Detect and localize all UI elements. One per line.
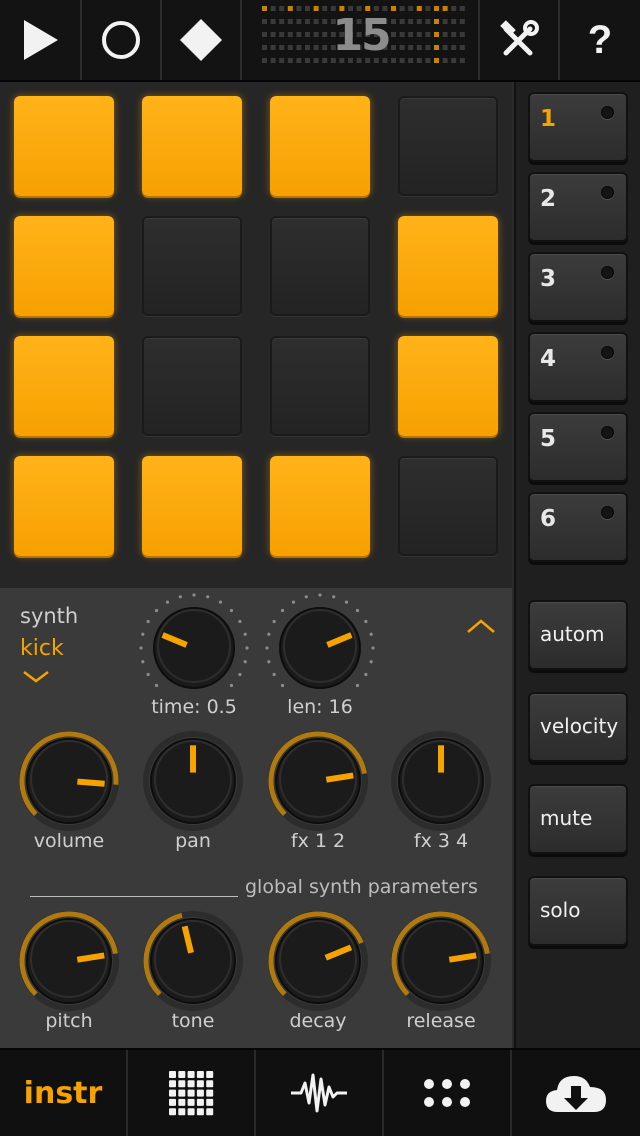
- volume-label: volume: [33, 830, 105, 852]
- diamond-icon: [180, 19, 222, 61]
- release-knob[interactable]: [381, 901, 501, 1021]
- sequence-label: 4: [540, 346, 557, 372]
- sequence-led: [601, 106, 614, 119]
- cloud-download-icon: [546, 1076, 606, 1112]
- mute-label: mute: [540, 806, 593, 830]
- pad-4-2[interactable]: [142, 456, 242, 556]
- pad-grid: [0, 82, 512, 588]
- tab-wave[interactable]: [256, 1050, 384, 1136]
- solo-button[interactable]: solo: [528, 876, 628, 946]
- instr-label: instr: [23, 1075, 103, 1111]
- top-toolbar: 15 ?: [0, 0, 640, 82]
- chevron-up-icon[interactable]: [466, 618, 496, 634]
- sequence-button-2[interactable]: 2: [528, 172, 628, 242]
- play-icon: [24, 20, 58, 60]
- pad-2-3[interactable]: [270, 216, 370, 316]
- pad-2-4[interactable]: [398, 216, 498, 316]
- autom-button[interactable]: autom: [528, 600, 628, 670]
- play-button[interactable]: [0, 0, 82, 80]
- velocity-button[interactable]: velocity: [528, 692, 628, 762]
- tone-knob[interactable]: [133, 901, 253, 1021]
- tone-label: tone: [171, 1010, 215, 1032]
- sequence-button-5[interactable]: 5: [528, 412, 628, 482]
- bottom-toolbar: instr: [0, 1048, 640, 1136]
- dots-icon: [424, 1079, 470, 1107]
- instrument-category: synth: [20, 604, 79, 628]
- time-knob[interactable]: [134, 588, 254, 708]
- record-icon: [102, 21, 140, 59]
- sequence-button-4[interactable]: 4: [528, 332, 628, 402]
- stop-button[interactable]: [162, 0, 242, 80]
- waveform-icon: [291, 1073, 347, 1113]
- sequence-label: 6: [540, 506, 557, 532]
- sequence-led: [601, 266, 614, 279]
- velocity-label: velocity: [540, 714, 619, 738]
- tab-dots[interactable]: [384, 1050, 512, 1136]
- solo-label: solo: [540, 898, 581, 922]
- len-label: len: 16: [287, 696, 353, 718]
- pad-1-3[interactable]: [270, 96, 370, 196]
- tools-button[interactable]: [480, 0, 560, 80]
- tools-icon: [500, 20, 539, 56]
- pad-4-1[interactable]: [14, 456, 114, 556]
- pad-1-1[interactable]: [14, 96, 114, 196]
- volume-knob[interactable]: [9, 721, 129, 841]
- sequence-led: [601, 506, 614, 519]
- pad-3-3[interactable]: [270, 336, 370, 436]
- autom-label: autom: [540, 622, 605, 646]
- fx12-label: fx 1 2: [290, 830, 346, 852]
- grid-icon: [169, 1071, 214, 1116]
- step-display: 15: [242, 0, 480, 80]
- sequence-sidebar: 1 2 3 4 5 6 autom velocity mute solo: [514, 82, 640, 1048]
- record-button[interactable]: [82, 0, 162, 80]
- section-label: global synth parameters: [245, 876, 478, 898]
- cloud-download-button[interactable]: [512, 1050, 640, 1136]
- help-button[interactable]: ?: [560, 0, 640, 80]
- sequence-label: 2: [540, 186, 557, 212]
- time-label: time: 0.5: [151, 696, 237, 718]
- pad-2-1[interactable]: [14, 216, 114, 316]
- pad-3-1[interactable]: [14, 336, 114, 436]
- sequence-led: [601, 186, 614, 199]
- sequence-label: 5: [540, 426, 557, 452]
- fx34-label: fx 3 4: [413, 830, 469, 852]
- pad-3-4[interactable]: [398, 336, 498, 436]
- sequence-label: 3: [540, 266, 557, 292]
- sequence-button-3[interactable]: 3: [528, 252, 628, 322]
- tab-instr[interactable]: instr: [0, 1050, 128, 1136]
- decay-knob[interactable]: [258, 901, 378, 1021]
- help-label: ?: [587, 17, 613, 62]
- pad-2-2[interactable]: [142, 216, 242, 316]
- chevron-down-icon[interactable]: [22, 670, 50, 684]
- pad-4-4[interactable]: [398, 456, 498, 556]
- pitch-label: pitch: [45, 1010, 93, 1032]
- sequence-led: [601, 426, 614, 439]
- pad-1-4[interactable]: [398, 96, 498, 196]
- pad-4-3[interactable]: [270, 456, 370, 556]
- sequence-button-1[interactable]: 1: [528, 92, 628, 162]
- pan-label: pan: [175, 830, 211, 852]
- section-divider: [30, 896, 238, 897]
- pad-1-2[interactable]: [142, 96, 242, 196]
- synth-controls: synth kick time: 0.5 len: 16 volume pan fx 1…: [0, 588, 512, 1048]
- tab-grid[interactable]: [128, 1050, 256, 1136]
- pad-3-2[interactable]: [142, 336, 242, 436]
- pitch-knob[interactable]: [9, 901, 129, 1021]
- fx12-knob[interactable]: [258, 721, 378, 841]
- sequence-label: 1: [540, 106, 557, 132]
- step-number: 15: [332, 10, 391, 61]
- release-label: release: [406, 1010, 476, 1032]
- len-knob[interactable]: [260, 588, 380, 708]
- pan-knob[interactable]: [133, 721, 253, 841]
- sequence-button-6[interactable]: 6: [528, 492, 628, 562]
- mute-button[interactable]: mute: [528, 784, 628, 854]
- sequence-led: [601, 346, 614, 359]
- decay-label: decay: [289, 1010, 347, 1032]
- instrument-name[interactable]: kick: [20, 636, 64, 661]
- fx34-knob[interactable]: [381, 721, 501, 841]
